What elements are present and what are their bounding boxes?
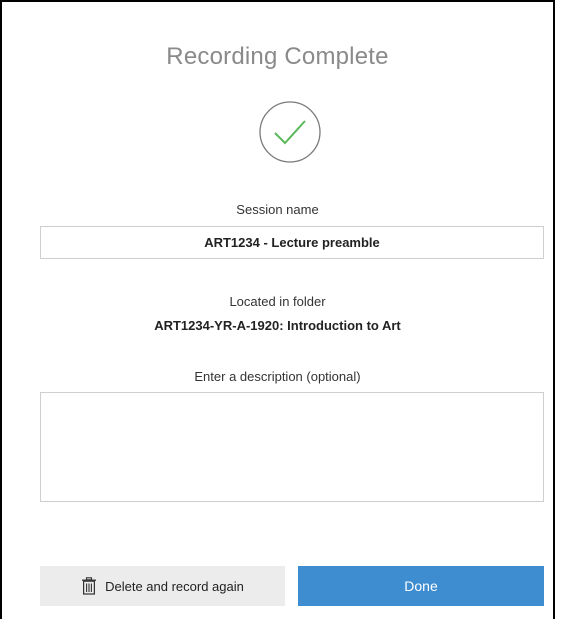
trash-icon	[82, 577, 97, 595]
description-label: Enter a description (optional)	[194, 369, 361, 384]
dialog-title: Recording Complete	[166, 43, 389, 70]
done-button[interactable]: Done	[298, 566, 544, 606]
recording-complete-dialog: Recording Complete Session name Located …	[0, 0, 555, 619]
delete-and-record-again-button[interactable]: Delete and record again	[40, 566, 285, 606]
delete-button-label: Delete and record again	[105, 578, 244, 594]
description-input[interactable]	[40, 392, 544, 502]
check-circle-icon	[259, 101, 321, 163]
session-name-input[interactable]	[40, 226, 544, 259]
folder-label: Located in folder	[229, 294, 326, 309]
session-name-label: Session name	[236, 202, 319, 217]
folder-name: ART1234-YR-A-1920: Introduction to Art	[154, 318, 401, 333]
